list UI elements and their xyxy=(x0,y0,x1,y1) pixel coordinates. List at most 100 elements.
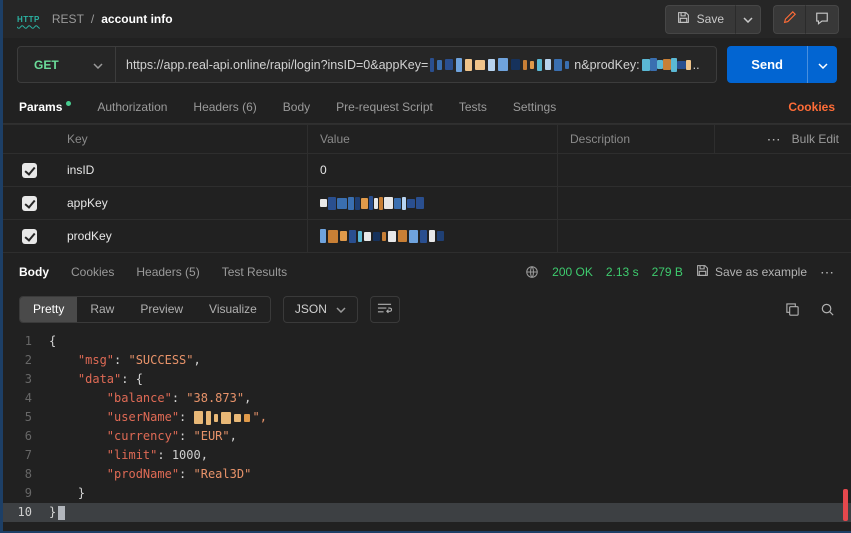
param-row-appkey: appKey xyxy=(3,187,851,220)
response-tab-headers[interactable]: Headers (5) xyxy=(136,265,199,279)
wrap-lines-icon xyxy=(377,302,392,317)
url-text: https://app.real-api.online/rapi/login?i… xyxy=(126,58,428,72)
mode-pretty[interactable]: Pretty xyxy=(20,297,77,322)
bulk-edit-area: ⋯ Bulk Edit xyxy=(715,125,851,153)
chevron-down-icon xyxy=(336,302,346,316)
response-tab-body[interactable]: Body xyxy=(19,265,49,279)
bulk-edit-button[interactable]: Bulk Edit xyxy=(792,132,839,146)
param-key[interactable]: insID xyxy=(55,154,308,186)
param-description[interactable] xyxy=(558,220,851,252)
save-as-example-label: Save as example xyxy=(715,265,807,279)
tab-settings[interactable]: Settings xyxy=(513,100,556,114)
param-value[interactable] xyxy=(308,220,558,252)
line-number: 3 xyxy=(3,370,49,389)
comment-icon xyxy=(815,11,829,28)
param-value[interactable] xyxy=(308,187,558,219)
comments-button[interactable] xyxy=(805,5,839,34)
mode-preview[interactable]: Preview xyxy=(127,297,196,322)
params-modified-dot xyxy=(66,101,71,106)
url-text: n&prodKey: xyxy=(574,58,639,72)
column-header-value: Value xyxy=(308,125,558,153)
tab-params[interactable]: Params xyxy=(19,100,71,114)
response-tab-test-results[interactable]: Test Results xyxy=(222,265,287,279)
code-line: 1 { xyxy=(3,332,851,351)
redacted-appkey-value xyxy=(430,58,572,72)
topbar: HTTP REST / account info Save xyxy=(3,0,851,38)
response-more-actions-icon[interactable]: ⋯ xyxy=(820,264,835,281)
response-tab-cookies[interactable]: Cookies xyxy=(71,265,114,279)
response-bar: Body Cookies Headers (5) Test Results 20… xyxy=(3,253,851,291)
api-client-window: HTTP REST / account info Save xyxy=(0,0,851,533)
param-checkbox[interactable] xyxy=(22,163,37,178)
request-url-row: GET https://app.real-api.online/rapi/log… xyxy=(3,38,851,91)
code-line-selected: 10 } xyxy=(3,503,851,522)
copy-icon[interactable] xyxy=(785,302,800,317)
tab-prerequest-script[interactable]: Pre-request Script xyxy=(336,100,433,114)
scrollbar-thumb[interactable] xyxy=(843,489,848,521)
search-icon[interactable] xyxy=(820,302,835,317)
url-text: .. xyxy=(693,58,700,72)
method-selector[interactable]: GET xyxy=(18,47,116,82)
params-table: Key Value Description ⋯ Bulk Edit insID … xyxy=(3,124,851,253)
cookies-link[interactable]: Cookies xyxy=(788,100,835,114)
column-header-key: Key xyxy=(55,125,308,153)
param-row-insid: insID 0 xyxy=(3,154,851,187)
url-input[interactable]: https://app.real-api.online/rapi/login?i… xyxy=(116,58,716,72)
response-size[interactable]: 279 B xyxy=(652,265,683,279)
param-description[interactable] xyxy=(558,187,851,219)
code-line: 7 "limit": 1000, xyxy=(3,446,851,465)
tab-headers[interactable]: Headers (6) xyxy=(193,100,256,114)
param-key[interactable]: appKey xyxy=(55,187,308,219)
send-button[interactable]: Send xyxy=(727,46,807,83)
param-value[interactable]: 0 xyxy=(308,154,558,186)
tab-params-label: Params xyxy=(19,100,62,114)
redacted-username-value xyxy=(194,411,253,425)
url-box: GET https://app.real-api.online/rapi/log… xyxy=(17,46,717,83)
response-body-editor[interactable]: 1 { 2 "msg": "SUCCESS", 3 "data": { 4 "b… xyxy=(3,327,851,531)
code-line: 3 "data": { xyxy=(3,370,851,389)
pencil-icon xyxy=(783,11,796,27)
tab-body[interactable]: Body xyxy=(283,100,310,114)
breadcrumb-collection[interactable]: REST xyxy=(52,12,84,26)
response-time[interactable]: 2.13 s xyxy=(606,265,639,279)
edit-request-button[interactable] xyxy=(773,5,805,34)
topbar-actions: Save xyxy=(665,5,839,34)
save-icon xyxy=(677,11,690,27)
params-header-row: Key Value Description ⋯ Bulk Edit xyxy=(3,124,851,154)
chevron-down-icon xyxy=(93,58,103,72)
param-checkbox[interactable] xyxy=(22,229,37,244)
breadcrumb-request-name: account info xyxy=(101,12,172,26)
http-logo-icon: HTTP xyxy=(17,15,40,24)
send-options-button[interactable] xyxy=(807,46,837,83)
param-key[interactable]: prodKey xyxy=(55,220,308,252)
save-options-button[interactable] xyxy=(735,5,761,34)
status-code[interactable]: 200 OK xyxy=(552,265,593,279)
save-as-example-button[interactable]: Save as example xyxy=(696,264,807,280)
method-label: GET xyxy=(34,58,59,72)
send-group: Send xyxy=(727,46,837,83)
line-number: 8 xyxy=(3,465,49,484)
redacted-prodkey-value xyxy=(642,58,691,72)
chevron-down-icon xyxy=(818,57,828,72)
line-number: 6 xyxy=(3,427,49,446)
breadcrumb-separator: / xyxy=(91,12,94,26)
redacted-prodkey-value xyxy=(320,229,446,243)
wrap-lines-button[interactable] xyxy=(370,296,400,323)
language-selector[interactable]: JSON xyxy=(283,296,358,323)
tab-authorization[interactable]: Authorization xyxy=(97,100,167,114)
line-number: 7 xyxy=(3,446,49,465)
line-number: 2 xyxy=(3,351,49,370)
more-actions-icon[interactable]: ⋯ xyxy=(767,131,782,148)
tab-tests[interactable]: Tests xyxy=(459,100,487,114)
param-checkbox[interactable] xyxy=(22,196,37,211)
breadcrumb: HTTP REST / account info xyxy=(17,12,173,26)
mode-visualize[interactable]: Visualize xyxy=(196,297,270,322)
save-button[interactable]: Save xyxy=(665,5,735,34)
code-line: 2 "msg": "SUCCESS", xyxy=(3,351,851,370)
view-mode-switch: Pretty Raw Preview Visualize xyxy=(19,296,271,323)
mode-raw[interactable]: Raw xyxy=(77,297,127,322)
network-globe-icon[interactable] xyxy=(525,265,539,279)
param-description[interactable] xyxy=(558,154,851,186)
line-number: 5 xyxy=(3,408,49,427)
language-label: JSON xyxy=(295,302,327,316)
